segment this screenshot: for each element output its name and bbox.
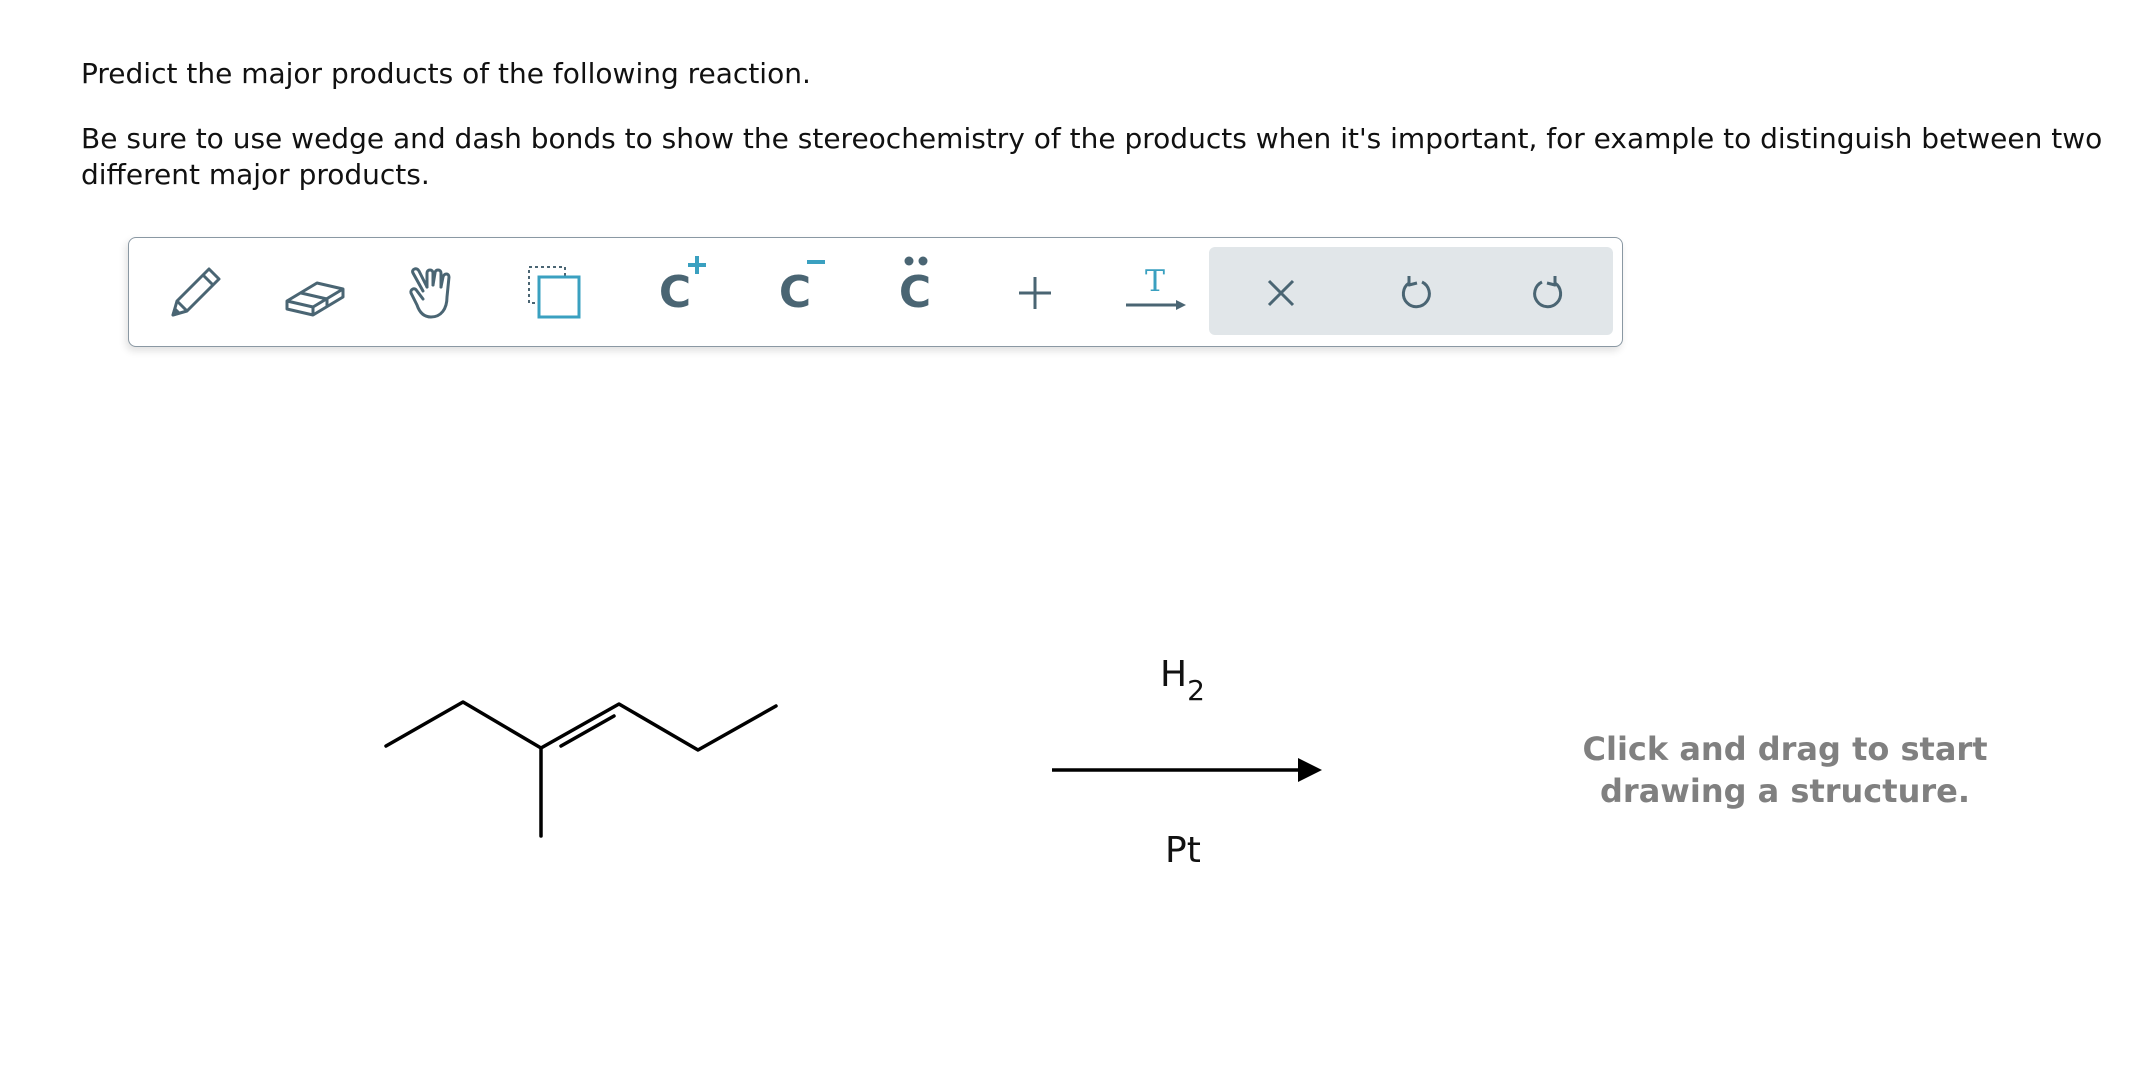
reagent-hydrogen: H2 bbox=[1160, 654, 1205, 708]
reaction-arrow bbox=[1052, 758, 1322, 782]
canvas-prompt: Click and drag to start drawing a struct… bbox=[1582, 730, 1988, 810]
reagent-catalyst: Pt bbox=[1165, 830, 1201, 871]
